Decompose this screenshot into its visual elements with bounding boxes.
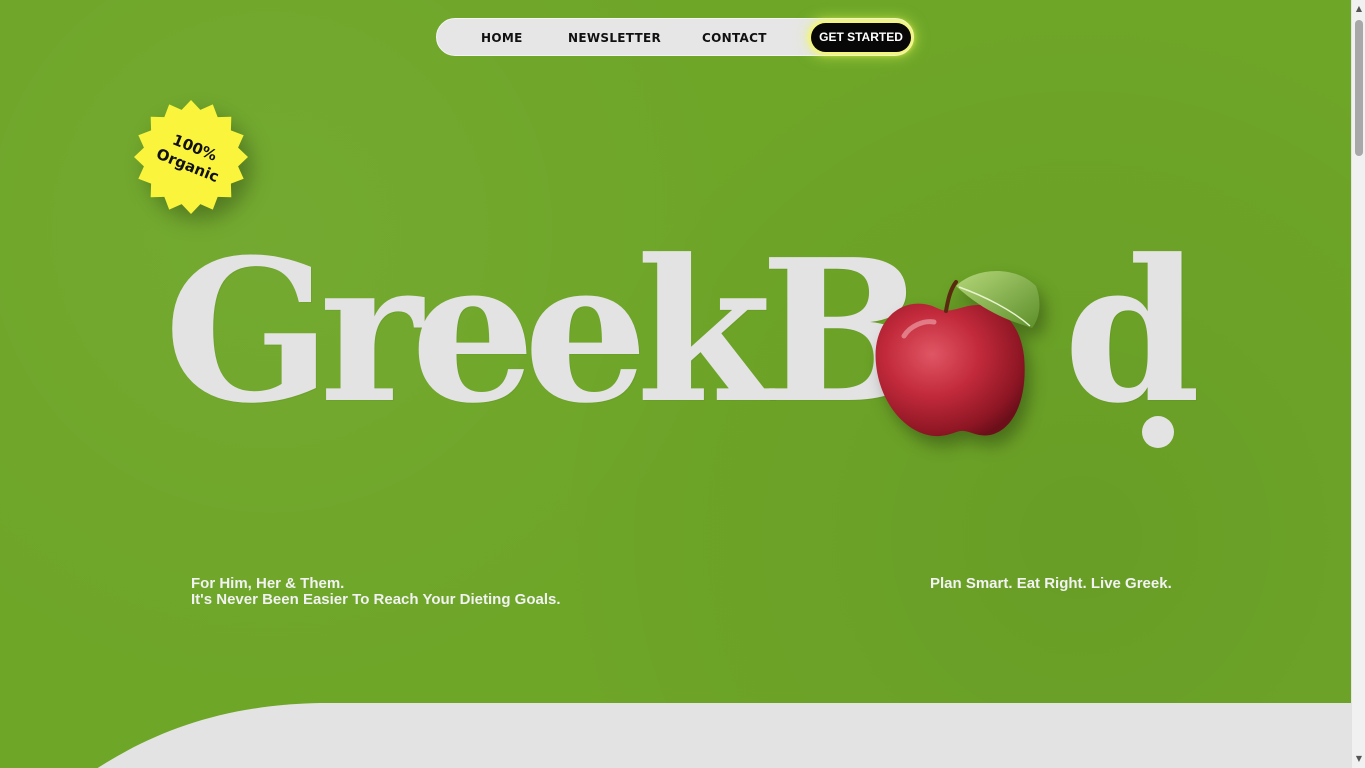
get-started-button[interactable]: GET STARTED [811,23,911,52]
tagline-audience: For Him, Her & Them. [191,575,345,592]
tagline-goals: It's Never Been Easier To Reach Your Die… [191,591,561,608]
nav-newsletter-link[interactable]: NEWSLETTER [568,19,661,57]
bottom-section-curve [97,703,1351,768]
scroll-up-arrow-icon[interactable]: ▲ [1352,2,1365,16]
apple-icon [875,270,1040,437]
top-navigation: HOME NEWSLETTER CONTACT GET STARTED [436,18,914,56]
organic-badge: 100% Organic [132,98,250,216]
logo-period-dot [1142,416,1174,448]
scroll-down-arrow-icon[interactable]: ▼ [1352,752,1365,766]
brand-logo: GreekB d [160,222,1201,460]
page-scrollbar[interactable]: ▲ ▼ [1351,0,1365,768]
logo-word-end: d [1063,217,1201,447]
nav-home-link[interactable]: HOME [481,19,523,57]
landing-page: HOME NEWSLETTER CONTACT GET STARTED 100%… [0,0,1351,768]
nav-contact-link[interactable]: CONTACT [702,19,767,57]
logo-word-start: GreekB [164,217,926,447]
tagline-left: For Him, Her & Them. It's Never Been Eas… [191,576,561,608]
scroll-thumb[interactable] [1355,20,1363,156]
tagline-right: Plan Smart. Eat Right. Live Greek. [930,575,1172,592]
